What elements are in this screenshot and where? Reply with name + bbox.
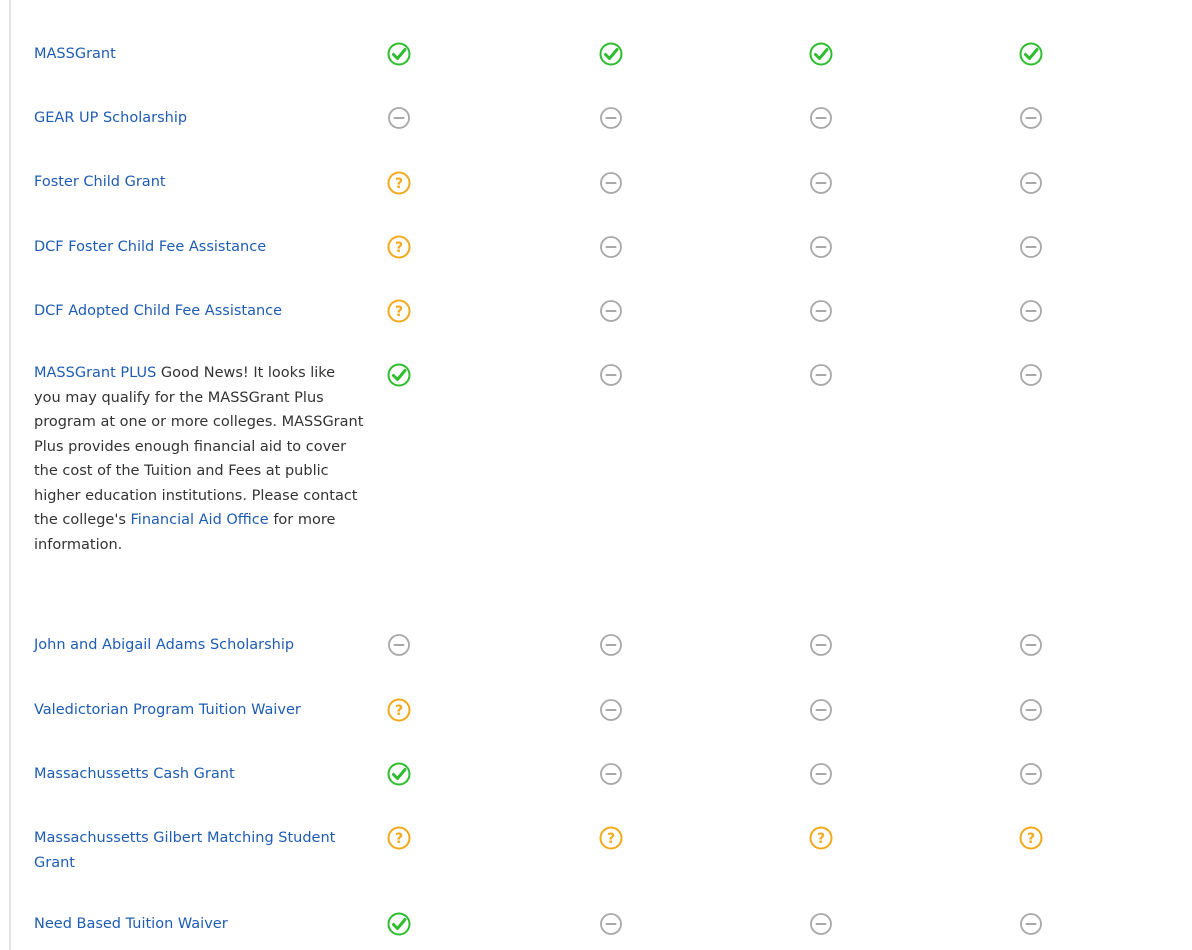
left-border	[9, 0, 11, 950]
svg-text:?: ?	[395, 176, 403, 192]
program-link-massachussetts-cash-grant[interactable]: Massachussetts Cash Grant	[34, 766, 235, 782]
minus-circle-icon	[1018, 761, 1044, 787]
check-circle-icon	[808, 41, 834, 67]
question-circle-icon: ?	[386, 234, 412, 260]
check-circle-icon	[386, 362, 412, 388]
minus-circle-icon	[808, 362, 834, 388]
minus-circle-icon	[598, 234, 624, 260]
question-circle-icon: ?	[808, 825, 834, 851]
question-circle-icon: ?	[1018, 825, 1044, 851]
minus-circle-icon	[808, 632, 834, 658]
minus-circle-icon	[1018, 298, 1044, 324]
minus-circle-icon	[1018, 697, 1044, 723]
minus-circle-icon	[598, 911, 624, 937]
program-link-massgrant[interactable]: MASSGrant	[34, 46, 116, 62]
minus-circle-icon	[386, 632, 412, 658]
svg-text:?: ?	[1027, 831, 1035, 847]
program-link-massachussetts-gilbert-matching-student-grant[interactable]: Massachussetts Gilbert Matching Student …	[34, 830, 335, 871]
question-circle-icon: ?	[386, 170, 412, 196]
check-circle-icon	[386, 41, 412, 67]
check-circle-icon	[386, 911, 412, 937]
question-circle-icon: ?	[386, 825, 412, 851]
check-circle-icon	[386, 761, 412, 787]
program-link-foster-child-grant[interactable]: Foster Child Grant	[34, 174, 166, 190]
minus-circle-icon	[598, 105, 624, 131]
minus-circle-icon	[598, 362, 624, 388]
minus-circle-icon	[808, 911, 834, 937]
program-link-massgrant-plus[interactable]: MASSGrant PLUS	[34, 365, 156, 381]
minus-circle-icon	[1018, 911, 1044, 937]
svg-text:?: ?	[607, 831, 615, 847]
minus-circle-icon	[598, 170, 624, 196]
question-circle-icon: ?	[386, 697, 412, 723]
check-circle-icon	[598, 41, 624, 67]
svg-text:?: ?	[395, 703, 403, 719]
svg-text:?: ?	[395, 831, 403, 847]
minus-circle-icon	[1018, 234, 1044, 260]
program-link-valedictorian-program-tuition-waiver[interactable]: Valedictorian Program Tuition Waiver	[34, 702, 301, 718]
minus-circle-icon	[808, 234, 834, 260]
check-circle-icon	[1018, 41, 1044, 67]
question-circle-icon: ?	[386, 298, 412, 324]
svg-text:?: ?	[817, 831, 825, 847]
svg-text:?: ?	[395, 240, 403, 256]
minus-circle-icon	[808, 298, 834, 324]
program-link-need-based-tuition-waiver[interactable]: Need Based Tuition Waiver	[34, 916, 228, 932]
minus-circle-icon	[1018, 632, 1044, 658]
minus-circle-icon	[598, 298, 624, 324]
svg-text:?: ?	[395, 304, 403, 320]
minus-circle-icon	[1018, 170, 1044, 196]
question-circle-icon: ?	[598, 825, 624, 851]
program-link-dcf-foster-child-fee-assistance[interactable]: DCF Foster Child Fee Assistance	[34, 239, 266, 255]
program-link-dcf-adopted-child-fee-assistance[interactable]: DCF Adopted Child Fee Assistance	[34, 303, 282, 319]
note-text: Good News! It looks like you may qualify…	[34, 365, 364, 528]
minus-circle-icon	[808, 697, 834, 723]
program-link-gear-up-scholarship[interactable]: GEAR UP Scholarship	[34, 110, 187, 126]
minus-circle-icon	[808, 105, 834, 131]
minus-circle-icon	[386, 105, 412, 131]
minus-circle-icon	[598, 761, 624, 787]
minus-circle-icon	[598, 632, 624, 658]
program-link-john-and-abigail-adams-scholarship[interactable]: John and Abigail Adams Scholarship	[34, 637, 294, 653]
minus-circle-icon	[808, 761, 834, 787]
minus-circle-icon	[598, 697, 624, 723]
minus-circle-icon	[808, 170, 834, 196]
massgrant-plus-note: MASSGrant PLUS Good News! It looks like …	[34, 361, 364, 557]
minus-circle-icon	[1018, 105, 1044, 131]
financial-aid-office-link[interactable]: Financial Aid Office	[131, 512, 269, 528]
minus-circle-icon	[1018, 362, 1044, 388]
